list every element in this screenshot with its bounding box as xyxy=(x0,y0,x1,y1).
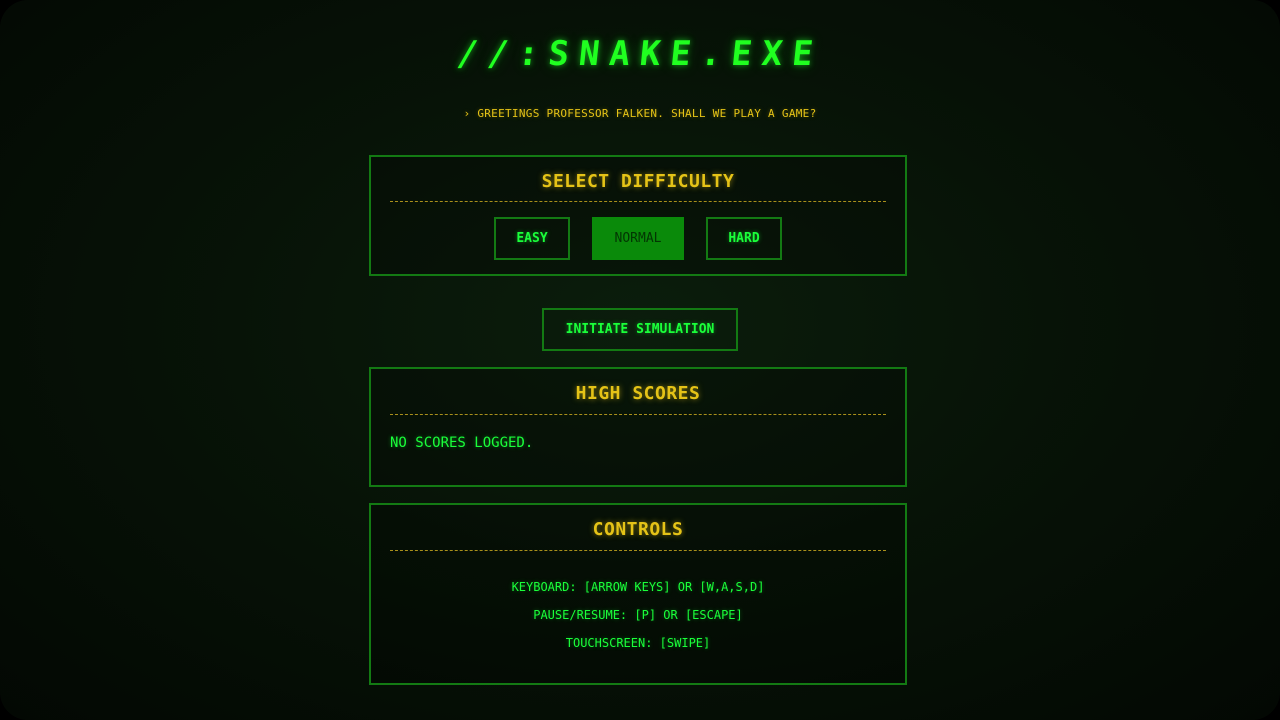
controls-pause-line: PAUSE/RESUME: [P] OR [ESCAPE] xyxy=(533,608,743,622)
high-scores-empty-text: NO SCORES LOGGED. xyxy=(390,435,534,451)
difficulty-divider xyxy=(390,201,886,202)
difficulty-easy-button[interactable]: EASY xyxy=(494,217,570,260)
initiate-simulation-button[interactable]: INITIATE SIMULATION xyxy=(542,308,738,351)
difficulty-hard-button[interactable]: HARD xyxy=(706,217,782,260)
difficulty-options: EASY NORMAL HARD xyxy=(371,217,905,260)
high-scores-panel: HIGH SCORES NO SCORES LOGGED. xyxy=(369,367,907,487)
greeting-text: › GREETINGS PROFESSOR FALKEN. SHALL WE P… xyxy=(463,107,817,120)
high-scores-divider xyxy=(390,414,886,415)
high-scores-heading: HIGH SCORES xyxy=(575,383,701,404)
difficulty-heading: SELECT DIFFICULTY xyxy=(541,171,735,192)
difficulty-normal-button[interactable]: NORMAL xyxy=(592,217,684,260)
controls-heading: CONTROLS xyxy=(592,519,684,540)
game-title: //:SNAKE.EXE xyxy=(455,34,825,74)
controls-touch-line: TOUCHSCREEN: [SWIPE] xyxy=(565,636,711,650)
difficulty-panel: SELECT DIFFICULTY EASY NORMAL HARD xyxy=(369,155,907,276)
game-screen: //:SNAKE.EXE › GREETINGS PROFESSOR FALKE… xyxy=(0,0,1280,720)
controls-divider xyxy=(390,550,886,551)
controls-panel: CONTROLS KEYBOARD: [ARROW KEYS] OR [W,A,… xyxy=(369,503,907,685)
controls-list: KEYBOARD: [ARROW KEYS] OR [W,A,S,D] PAUS… xyxy=(371,573,905,657)
controls-keyboard-line: KEYBOARD: [ARROW KEYS] OR [W,A,S,D] xyxy=(511,580,765,594)
